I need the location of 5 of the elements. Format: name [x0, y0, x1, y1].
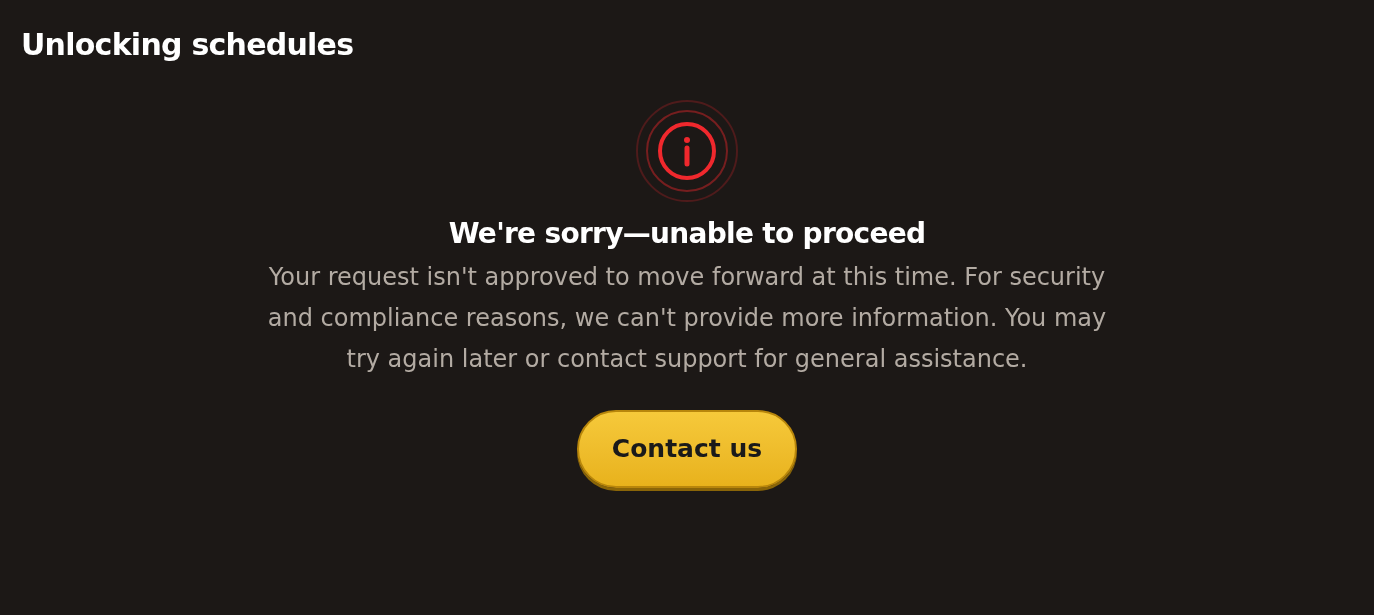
- page-title: Unlocking schedules: [21, 30, 354, 60]
- contact-button[interactable]: Contact us: [577, 410, 797, 488]
- info-icon: [634, 98, 740, 204]
- error-message: Your request isn't approved to move forward at this time. For security and compliance reasons, we can't provide more information. You may try again later or contact support for general assistance.: [267, 262, 1107, 375]
- error-heading: We're sorry—unable to proceed: [448, 216, 926, 251]
